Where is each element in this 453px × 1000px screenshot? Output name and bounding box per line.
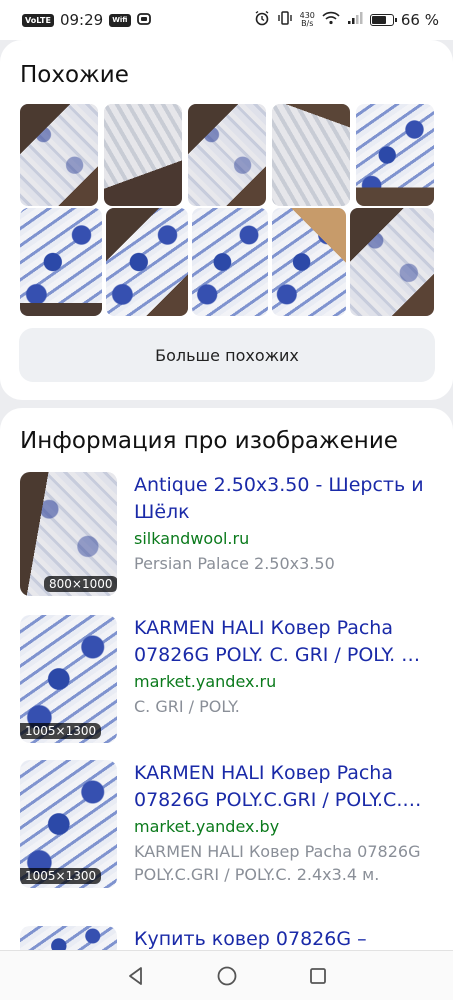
image-info-title: Информация про изображение [20,428,398,454]
similar-image[interactable] [356,104,434,206]
result-thumbnail[interactable]: 800×1000 [20,472,117,596]
recents-icon[interactable] [305,963,331,989]
vibrate-icon [277,10,293,30]
image-size-badge: 800×1000 [44,576,117,592]
result-title-link[interactable]: KARMEN HALI Ковер Pacha 07826G POLY. C. … [134,615,434,669]
home-icon[interactable] [214,963,240,989]
image-size-badge: 1005×1300 [20,723,102,739]
similar-image[interactable] [104,104,182,206]
image-info-card: Информация про изображение 800×1000 Anti… [0,408,453,1000]
result-title-link[interactable]: Купить ковер 07826G – [134,926,434,953]
similar-image[interactable] [192,208,268,316]
battery-icon [369,14,397,26]
similar-image[interactable] [350,208,434,316]
alarm-icon [254,10,270,30]
similar-image[interactable] [272,104,350,206]
system-navigation-bar [0,950,453,1000]
network-speed: 430 B/s [299,11,315,28]
similar-image[interactable] [20,104,98,206]
result-description: C. GRI / POLY. [134,697,240,716]
result-thumbnail[interactable]: 1005×1300 [20,615,117,743]
result-item[interactable]: 1005×1300 KARMEN HALI Ковер Pacha 07826G… [20,615,440,745]
image-size-badge: 1005×1300 [20,868,102,884]
result-item[interactable]: 1005×1300 KARMEN HALI Ковер Pacha 07826G… [20,760,440,915]
result-description: KARMEN HALI Ковер Pacha 07826G POLY.C.GR… [134,842,421,884]
result-domain[interactable]: market.yandex.ru [134,671,434,693]
similar-image[interactable] [272,208,346,316]
wifi-icon [322,11,340,29]
app-indicator-icon [136,11,151,29]
volte-indicator: VoLTE [22,13,54,27]
status-bar: VoLTE 09:29 Wifi 430 B/s 66 % [0,0,453,40]
result-thumbnail[interactable]: 1005×1300 [20,760,117,888]
result-title-link[interactable]: KARMEN HALI Ковер Pacha 07826G POLY.C.GR… [134,760,434,814]
result-title-link[interactable]: Antique 2.50x3.50 - Шерсть и Шёлк [134,472,434,526]
result-domain[interactable]: market.yandex.by [134,816,434,838]
similar-card: Похожие Больше похожих [0,40,453,400]
result-description: Persian Palace 2.50x3.50 [134,554,335,573]
result-item[interactable]: 800×1000 Antique 2.50x3.50 - Шерсть и Шё… [20,472,440,600]
more-similar-button[interactable]: Больше похожих [19,328,435,382]
similar-image[interactable] [188,104,266,206]
wifi-calling-indicator: Wifi [109,13,131,27]
similar-image[interactable] [20,208,102,316]
battery-percent: 66 % [400,11,439,29]
result-domain[interactable]: silkandwool.ru [134,528,434,550]
similar-image[interactable] [106,208,188,316]
similar-title: Похожие [20,62,129,88]
back-icon[interactable] [123,963,149,989]
signal-icon [347,11,363,29]
clock: 09:29 [59,11,104,29]
